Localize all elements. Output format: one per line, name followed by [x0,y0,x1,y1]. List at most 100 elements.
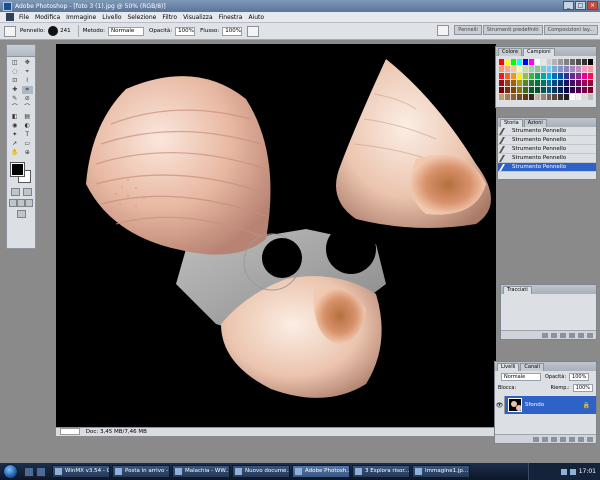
color-swatch[interactable] [582,87,588,93]
color-swatch[interactable] [499,73,504,79]
maximize-button[interactable]: □ [575,1,586,10]
color-swatch[interactable] [534,59,540,65]
color-swatch[interactable] [510,94,516,100]
color-swatch[interactable] [546,59,552,65]
color-swatch[interactable] [558,73,564,79]
start-button[interactable] [3,464,18,479]
toolbox-header[interactable] [7,45,35,57]
marquee-tool-icon[interactable]: ◫ [9,59,21,67]
menu-modifica[interactable]: Modifica [35,14,60,21]
color-swatch[interactable] [510,59,516,65]
color-swatch[interactable] [582,80,588,86]
color-swatch[interactable] [540,73,546,79]
dodge-tool-icon[interactable]: ▤ [22,113,34,121]
slice-tool-icon[interactable]: ⌇ [22,77,34,85]
color-swatch[interactable] [558,59,564,65]
crop-tool-icon[interactable]: ⊡ [9,77,21,85]
blend-mode-select[interactable]: Normale [501,372,541,381]
color-swatch[interactable] [570,94,576,100]
color-swatch[interactable] [528,94,534,100]
well-tab-tool-presets[interactable]: Strumenti predefiniti [482,25,543,35]
color-swatch[interactable] [504,80,510,86]
link-layers-icon[interactable] [533,436,539,442]
color-swatch[interactable] [570,73,576,79]
magic-wand-tool-icon[interactable]: ⌖ [22,68,34,76]
color-swatch[interactable] [516,66,522,72]
color-swatch[interactable] [576,80,582,86]
color-swatch[interactable] [504,87,510,93]
color-swatch[interactable] [576,59,582,65]
mode-select[interactable]: Normale [108,26,145,36]
flow-field[interactable]: 100% [222,26,243,36]
color-swatch[interactable] [564,87,570,93]
brush-size[interactable]: 241 [60,28,71,34]
delete-layer-icon[interactable] [587,436,593,442]
color-swatch[interactable] [516,80,522,86]
color-swatch[interactable] [528,87,534,93]
color-swatch[interactable] [516,87,522,93]
color-swatch[interactable] [582,94,588,100]
color-swatch[interactable] [540,80,546,86]
menu-aiuto[interactable]: Aiuto [248,14,264,21]
color-swatch[interactable] [522,59,528,65]
tab-storia[interactable]: Storia [500,119,523,127]
color-swatch[interactable] [546,66,552,72]
clock[interactable]: 17:01 [579,468,596,475]
fill-path-icon[interactable] [542,332,548,338]
history-item-active[interactable]: Strumento Pennello [498,163,596,172]
color-swatch[interactable] [576,87,582,93]
color-swatch[interactable] [570,80,576,86]
color-swatch[interactable] [534,87,540,93]
color-swatch[interactable] [588,80,593,86]
color-swatch[interactable] [564,59,570,65]
type-tool-icon[interactable]: T [22,131,34,139]
history-item[interactable]: Strumento Pennello [498,154,596,163]
pen-tool-icon[interactable]: ✦ [9,131,21,139]
color-swatch[interactable] [522,87,528,93]
color-swatch[interactable] [504,73,510,79]
color-swatch[interactable] [534,80,540,86]
hand-tool-icon[interactable]: ✋ [9,149,21,157]
standard-screen-mode-icon[interactable] [9,199,17,207]
color-swatch[interactable] [546,94,552,100]
color-swatch[interactable] [546,87,552,93]
color-swatch[interactable] [499,94,504,100]
color-swatch[interactable] [504,94,510,100]
color-swatch[interactable] [522,80,528,86]
color-swatch[interactable] [564,66,570,72]
quick-mask-mode-icon[interactable] [22,188,32,196]
color-swatch[interactable] [552,94,558,100]
show-desktop-icon[interactable] [24,466,34,477]
move-tool-icon[interactable]: ✥ [22,59,34,67]
brush-tool-icon[interactable]: ⌗ [21,86,33,94]
taskbar-button[interactable]: WinMX v3.54 - Con... [52,465,110,478]
color-swatch[interactable] [528,73,534,79]
menu-immagine[interactable]: Immagine [66,14,96,21]
eye-visibility-icon[interactable]: 👁 [495,396,505,414]
color-swatch[interactable] [564,80,570,86]
foreground-color-swatch[interactable] [10,162,25,177]
color-swatch[interactable] [588,87,593,93]
adjustment-layer-icon[interactable] [560,436,566,442]
new-path-icon[interactable] [578,332,584,338]
color-swatch[interactable] [499,66,504,72]
color-swatch[interactable] [576,66,582,72]
history-item[interactable]: Strumento Pennello [498,145,596,154]
color-swatch[interactable] [546,73,552,79]
path-selection-tool-icon[interactable]: ◉ [9,122,21,130]
color-swatch[interactable] [582,59,588,65]
color-swatch[interactable] [570,66,576,72]
color-swatch[interactable] [576,73,582,79]
color-swatch[interactable] [552,66,558,72]
color-swatch[interactable] [504,59,510,65]
new-layer-icon[interactable] [578,436,584,442]
taskbar-button[interactable]: Posta in arrivo - ... [112,465,170,478]
menu-filtro[interactable]: Filtro [162,14,177,21]
color-swatch[interactable] [510,87,516,93]
history-item[interactable]: Strumento Pennello [498,127,596,136]
blur-tool-icon[interactable]: ◧ [9,113,21,121]
tab-tracciati[interactable]: Tracciati [503,286,532,294]
network-icon[interactable] [560,468,567,475]
color-swatch[interactable] [510,73,516,79]
airbrush-icon[interactable] [247,25,260,37]
